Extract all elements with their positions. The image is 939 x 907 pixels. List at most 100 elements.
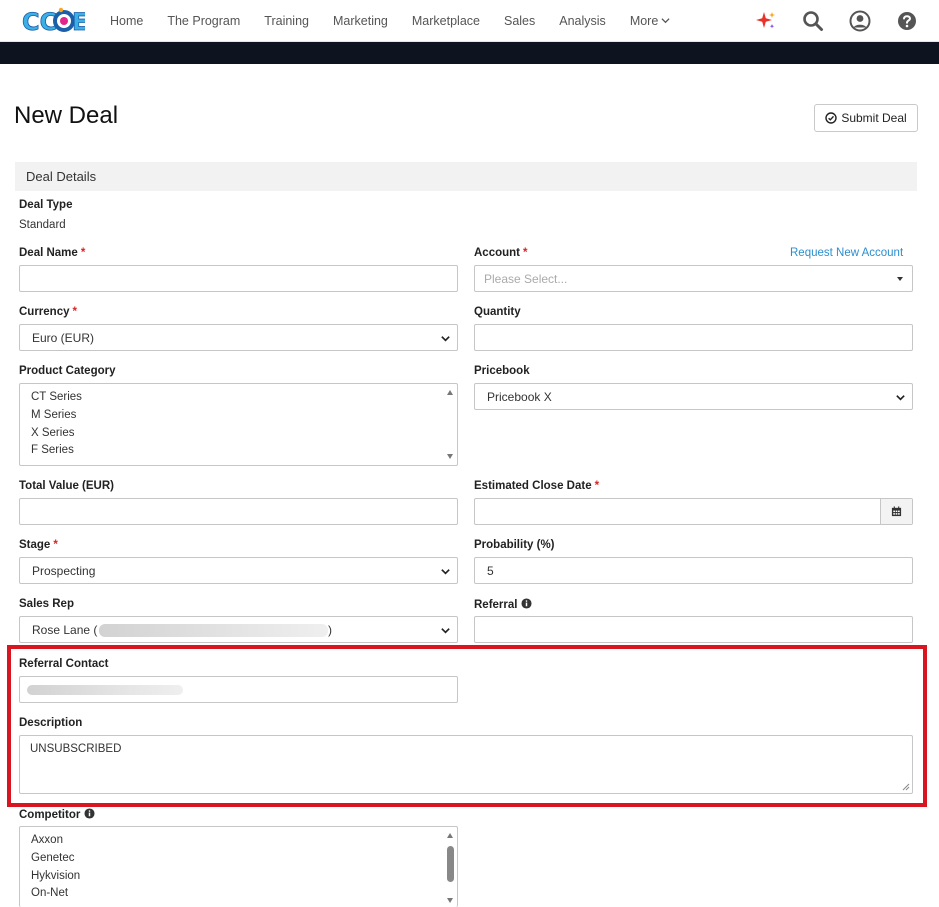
deal-name-label-text: Deal Name [19, 247, 78, 259]
required-marker: * [523, 247, 528, 259]
competitor-scrollbar[interactable] [444, 827, 457, 907]
chevron-down-icon [661, 18, 670, 24]
pricebook-value: Pricebook X [487, 390, 552, 404]
referral-contact-input[interactable] [19, 676, 458, 703]
info-icon[interactable] [521, 598, 533, 609]
account-label-text: Account [474, 247, 520, 259]
probability-label: Probability (%) [474, 539, 555, 551]
product-category-option[interactable]: CT Series [31, 391, 82, 403]
help-icon[interactable] [896, 10, 918, 32]
info-icon[interactable] [84, 808, 95, 819]
description-label: Description [19, 717, 83, 729]
nav-training[interactable]: Training [264, 14, 309, 28]
resize-grip-icon[interactable] [902, 783, 910, 791]
deal-name-label: Deal Name * [19, 247, 85, 259]
nav-more-label: More [629, 14, 659, 28]
deal-type-label: Deal Type [19, 199, 73, 211]
product-category-label: Product Category [19, 365, 116, 377]
required-marker: * [80, 247, 86, 259]
sparkle-icon[interactable] [755, 10, 777, 32]
required-marker: * [594, 480, 600, 492]
main-nav: Home The Program Training Marketing Mark… [98, 0, 682, 42]
referral-label: Referral [474, 598, 533, 611]
referral-label-text: Referral [474, 599, 518, 611]
total-value-input[interactable] [19, 498, 458, 525]
section-deal-details: Deal Details [15, 162, 917, 191]
nav-analysis[interactable]: Analysis [559, 14, 606, 28]
required-marker: * [53, 539, 58, 551]
stage-value: Prospecting [32, 564, 96, 578]
chevron-down-icon [896, 395, 905, 401]
nav-sales[interactable]: Sales [504, 14, 535, 28]
redacted-email [99, 624, 328, 637]
account-select[interactable]: Please Select... [474, 265, 913, 292]
competitor-option[interactable]: On-Net [31, 887, 68, 899]
description-value: UNSUBSCRIBED [30, 743, 122, 755]
competitor-option[interactable]: Hykvision [31, 870, 80, 882]
probability-input[interactable]: 5 [474, 557, 913, 584]
nav-marketing[interactable]: Marketing [333, 14, 388, 28]
referral-contact-label: Referral Contact [19, 658, 109, 670]
quantity-input[interactable] [474, 324, 913, 351]
sales-rep-select[interactable]: Rose Lane ( ) [19, 616, 458, 643]
competitor-listbox[interactable]: Axxon Genetec Hykvision On-Net [19, 826, 458, 907]
pricebook-label: Pricebook [474, 365, 530, 377]
product-category-listbox[interactable]: CT Series M Series X Series F Series [19, 383, 458, 466]
svg-text:CC: CC [22, 8, 57, 36]
close-date-input[interactable] [474, 498, 913, 525]
product-category-option[interactable]: F Series [31, 444, 74, 456]
currency-value: Euro (EUR) [32, 331, 95, 345]
competitor-option[interactable]: Genetec [31, 852, 74, 864]
deal-type-value: Standard [19, 219, 66, 231]
total-value-label: Total Value (EUR) [19, 480, 114, 492]
search-icon[interactable] [802, 10, 824, 32]
page-title: New Deal [14, 102, 119, 129]
required-marker: * [72, 306, 77, 318]
pricebook-select[interactable]: Pricebook X [474, 383, 913, 410]
nav-the-program[interactable]: The Program [167, 14, 240, 28]
chevron-down-icon [441, 569, 450, 575]
header-banner-bar [0, 42, 939, 64]
close-date-label-text: Estimated Close Date [474, 480, 592, 492]
referral-input[interactable] [474, 616, 913, 643]
redacted-contact [27, 685, 183, 695]
product-category-scrollbar[interactable] [444, 384, 457, 465]
deal-name-input[interactable] [19, 265, 458, 292]
account-placeholder: Please Select... [484, 272, 568, 286]
nav-marketplace[interactable]: Marketplace [412, 14, 480, 28]
product-category-option[interactable]: X Series [31, 427, 74, 439]
currency-label: Currency * [19, 306, 77, 318]
calendar-icon [891, 506, 902, 517]
sales-rep-value-suffix: ) [328, 623, 332, 637]
account-label: Account * [474, 247, 527, 259]
close-date-label: Estimated Close Date * [474, 480, 599, 492]
scroll-up-arrow-icon[interactable] [447, 390, 453, 395]
scroll-up-arrow-icon[interactable] [447, 833, 453, 838]
scrollbar-thumb[interactable] [447, 846, 454, 882]
currency-label-text: Currency [19, 306, 70, 318]
stage-label-text: Stage [19, 539, 51, 551]
chevron-down-icon [441, 336, 450, 342]
competitor-label-text: Competitor [19, 809, 81, 821]
ccoe-logo[interactable]: CC E [21, 5, 85, 37]
scroll-down-arrow-icon[interactable] [447, 454, 453, 459]
request-new-account-link[interactable]: Request New Account [790, 247, 903, 259]
submit-deal-label: Submit Deal [841, 111, 907, 125]
stage-select[interactable]: Prospecting [19, 557, 458, 584]
nav-more[interactable]: More [630, 14, 670, 28]
nav-home[interactable]: Home [110, 14, 143, 28]
product-category-option[interactable]: M Series [31, 409, 76, 421]
top-navbar: CC E Home The Program Training Marketing… [0, 0, 939, 42]
sales-rep-label: Sales Rep [19, 598, 74, 610]
caret-down-icon [897, 277, 903, 281]
submit-deal-button[interactable]: Submit Deal [814, 104, 918, 132]
probability-value: 5 [487, 564, 494, 578]
quantity-label: Quantity [474, 306, 521, 318]
scroll-down-arrow-icon[interactable] [447, 898, 453, 903]
user-circle-icon[interactable] [849, 10, 871, 32]
calendar-button[interactable] [880, 499, 912, 524]
competitor-option[interactable]: Axxon [31, 834, 63, 846]
check-circle-icon [825, 112, 838, 124]
description-textarea[interactable]: UNSUBSCRIBED [19, 735, 913, 794]
currency-select[interactable]: Euro (EUR) [19, 324, 458, 351]
